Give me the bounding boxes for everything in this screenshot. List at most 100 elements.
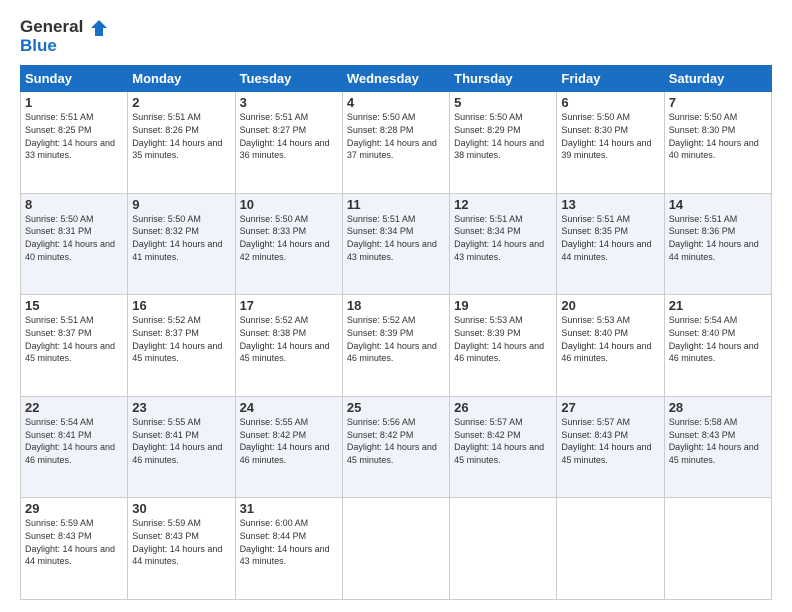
calendar-cell: 7 Sunrise: 5:50 AMSunset: 8:30 PMDayligh… [664, 92, 771, 194]
day-info: Sunrise: 5:52 AMSunset: 8:39 PMDaylight:… [347, 314, 445, 364]
day-info: Sunrise: 5:59 AMSunset: 8:43 PMDaylight:… [132, 517, 230, 567]
day-info: Sunrise: 5:55 AMSunset: 8:42 PMDaylight:… [240, 416, 338, 466]
calendar-cell: 25 Sunrise: 5:56 AMSunset: 8:42 PMDaylig… [342, 396, 449, 498]
day-number: 25 [347, 400, 445, 415]
day-info: Sunrise: 5:50 AMSunset: 8:33 PMDaylight:… [240, 213, 338, 263]
logo-graphic: General Blue [20, 18, 108, 55]
day-number: 11 [347, 197, 445, 212]
day-number: 24 [240, 400, 338, 415]
day-header-monday: Monday [128, 66, 235, 92]
day-info: Sunrise: 5:54 AMSunset: 8:40 PMDaylight:… [669, 314, 767, 364]
day-info: Sunrise: 6:00 AMSunset: 8:44 PMDaylight:… [240, 517, 338, 567]
calendar-cell: 27 Sunrise: 5:57 AMSunset: 8:43 PMDaylig… [557, 396, 664, 498]
day-info: Sunrise: 5:51 AMSunset: 8:36 PMDaylight:… [669, 213, 767, 263]
calendar-cell: 10 Sunrise: 5:50 AMSunset: 8:33 PMDaylig… [235, 193, 342, 295]
day-number: 19 [454, 298, 552, 313]
day-number: 10 [240, 197, 338, 212]
calendar-cell: 9 Sunrise: 5:50 AMSunset: 8:32 PMDayligh… [128, 193, 235, 295]
day-info: Sunrise: 5:54 AMSunset: 8:41 PMDaylight:… [25, 416, 123, 466]
calendar-cell: 14 Sunrise: 5:51 AMSunset: 8:36 PMDaylig… [664, 193, 771, 295]
day-number: 6 [561, 95, 659, 110]
day-number: 12 [454, 197, 552, 212]
day-number: 26 [454, 400, 552, 415]
calendar-cell: 15 Sunrise: 5:51 AMSunset: 8:37 PMDaylig… [21, 295, 128, 397]
day-info: Sunrise: 5:52 AMSunset: 8:37 PMDaylight:… [132, 314, 230, 364]
day-number: 4 [347, 95, 445, 110]
day-info: Sunrise: 5:58 AMSunset: 8:43 PMDaylight:… [669, 416, 767, 466]
calendar-cell: 3 Sunrise: 5:51 AMSunset: 8:27 PMDayligh… [235, 92, 342, 194]
calendar-cell [664, 498, 771, 600]
day-info: Sunrise: 5:50 AMSunset: 8:30 PMDaylight:… [561, 111, 659, 161]
day-number: 23 [132, 400, 230, 415]
day-number: 3 [240, 95, 338, 110]
day-number: 20 [561, 298, 659, 313]
day-info: Sunrise: 5:50 AMSunset: 8:29 PMDaylight:… [454, 111, 552, 161]
day-number: 16 [132, 298, 230, 313]
calendar-cell [450, 498, 557, 600]
day-header-friday: Friday [557, 66, 664, 92]
calendar-cell: 2 Sunrise: 5:51 AMSunset: 8:26 PMDayligh… [128, 92, 235, 194]
calendar-cell: 29 Sunrise: 5:59 AMSunset: 8:43 PMDaylig… [21, 498, 128, 600]
calendar-cell: 22 Sunrise: 5:54 AMSunset: 8:41 PMDaylig… [21, 396, 128, 498]
day-number: 8 [25, 197, 123, 212]
calendar-cell: 8 Sunrise: 5:50 AMSunset: 8:31 PMDayligh… [21, 193, 128, 295]
day-info: Sunrise: 5:57 AMSunset: 8:43 PMDaylight:… [561, 416, 659, 466]
calendar: SundayMondayTuesdayWednesdayThursdayFrid… [20, 65, 772, 600]
calendar-cell: 6 Sunrise: 5:50 AMSunset: 8:30 PMDayligh… [557, 92, 664, 194]
calendar-cell: 16 Sunrise: 5:52 AMSunset: 8:37 PMDaylig… [128, 295, 235, 397]
calendar-cell: 5 Sunrise: 5:50 AMSunset: 8:29 PMDayligh… [450, 92, 557, 194]
day-number: 27 [561, 400, 659, 415]
calendar-cell: 28 Sunrise: 5:58 AMSunset: 8:43 PMDaylig… [664, 396, 771, 498]
day-number: 31 [240, 501, 338, 516]
logo: General Blue [20, 18, 108, 55]
day-info: Sunrise: 5:53 AMSunset: 8:40 PMDaylight:… [561, 314, 659, 364]
day-info: Sunrise: 5:51 AMSunset: 8:35 PMDaylight:… [561, 213, 659, 263]
day-number: 14 [669, 197, 767, 212]
day-info: Sunrise: 5:59 AMSunset: 8:43 PMDaylight:… [25, 517, 123, 567]
day-number: 28 [669, 400, 767, 415]
day-info: Sunrise: 5:56 AMSunset: 8:42 PMDaylight:… [347, 416, 445, 466]
calendar-cell: 24 Sunrise: 5:55 AMSunset: 8:42 PMDaylig… [235, 396, 342, 498]
day-number: 18 [347, 298, 445, 313]
day-info: Sunrise: 5:51 AMSunset: 8:37 PMDaylight:… [25, 314, 123, 364]
logo-line1: General [20, 18, 108, 37]
day-header-saturday: Saturday [664, 66, 771, 92]
day-info: Sunrise: 5:51 AMSunset: 8:27 PMDaylight:… [240, 111, 338, 161]
logo-line2: Blue [20, 37, 108, 56]
day-number: 2 [132, 95, 230, 110]
day-info: Sunrise: 5:52 AMSunset: 8:38 PMDaylight:… [240, 314, 338, 364]
day-number: 29 [25, 501, 123, 516]
day-info: Sunrise: 5:55 AMSunset: 8:41 PMDaylight:… [132, 416, 230, 466]
day-header-tuesday: Tuesday [235, 66, 342, 92]
day-header-thursday: Thursday [450, 66, 557, 92]
calendar-cell [342, 498, 449, 600]
calendar-cell: 12 Sunrise: 5:51 AMSunset: 8:34 PMDaylig… [450, 193, 557, 295]
calendar-cell [557, 498, 664, 600]
calendar-cell: 11 Sunrise: 5:51 AMSunset: 8:34 PMDaylig… [342, 193, 449, 295]
day-number: 5 [454, 95, 552, 110]
day-number: 30 [132, 501, 230, 516]
day-header-wednesday: Wednesday [342, 66, 449, 92]
day-header-sunday: Sunday [21, 66, 128, 92]
calendar-cell: 18 Sunrise: 5:52 AMSunset: 8:39 PMDaylig… [342, 295, 449, 397]
calendar-cell: 23 Sunrise: 5:55 AMSunset: 8:41 PMDaylig… [128, 396, 235, 498]
day-number: 17 [240, 298, 338, 313]
calendar-cell: 4 Sunrise: 5:50 AMSunset: 8:28 PMDayligh… [342, 92, 449, 194]
day-number: 21 [669, 298, 767, 313]
day-number: 22 [25, 400, 123, 415]
day-number: 13 [561, 197, 659, 212]
day-info: Sunrise: 5:53 AMSunset: 8:39 PMDaylight:… [454, 314, 552, 364]
day-number: 15 [25, 298, 123, 313]
day-info: Sunrise: 5:51 AMSunset: 8:34 PMDaylight:… [454, 213, 552, 263]
day-info: Sunrise: 5:57 AMSunset: 8:42 PMDaylight:… [454, 416, 552, 466]
calendar-cell: 19 Sunrise: 5:53 AMSunset: 8:39 PMDaylig… [450, 295, 557, 397]
calendar-cell: 26 Sunrise: 5:57 AMSunset: 8:42 PMDaylig… [450, 396, 557, 498]
day-info: Sunrise: 5:51 AMSunset: 8:34 PMDaylight:… [347, 213, 445, 263]
day-info: Sunrise: 5:50 AMSunset: 8:31 PMDaylight:… [25, 213, 123, 263]
calendar-cell: 20 Sunrise: 5:53 AMSunset: 8:40 PMDaylig… [557, 295, 664, 397]
calendar-cell: 21 Sunrise: 5:54 AMSunset: 8:40 PMDaylig… [664, 295, 771, 397]
day-number: 7 [669, 95, 767, 110]
day-info: Sunrise: 5:50 AMSunset: 8:28 PMDaylight:… [347, 111, 445, 161]
calendar-cell: 31 Sunrise: 6:00 AMSunset: 8:44 PMDaylig… [235, 498, 342, 600]
day-info: Sunrise: 5:50 AMSunset: 8:30 PMDaylight:… [669, 111, 767, 161]
